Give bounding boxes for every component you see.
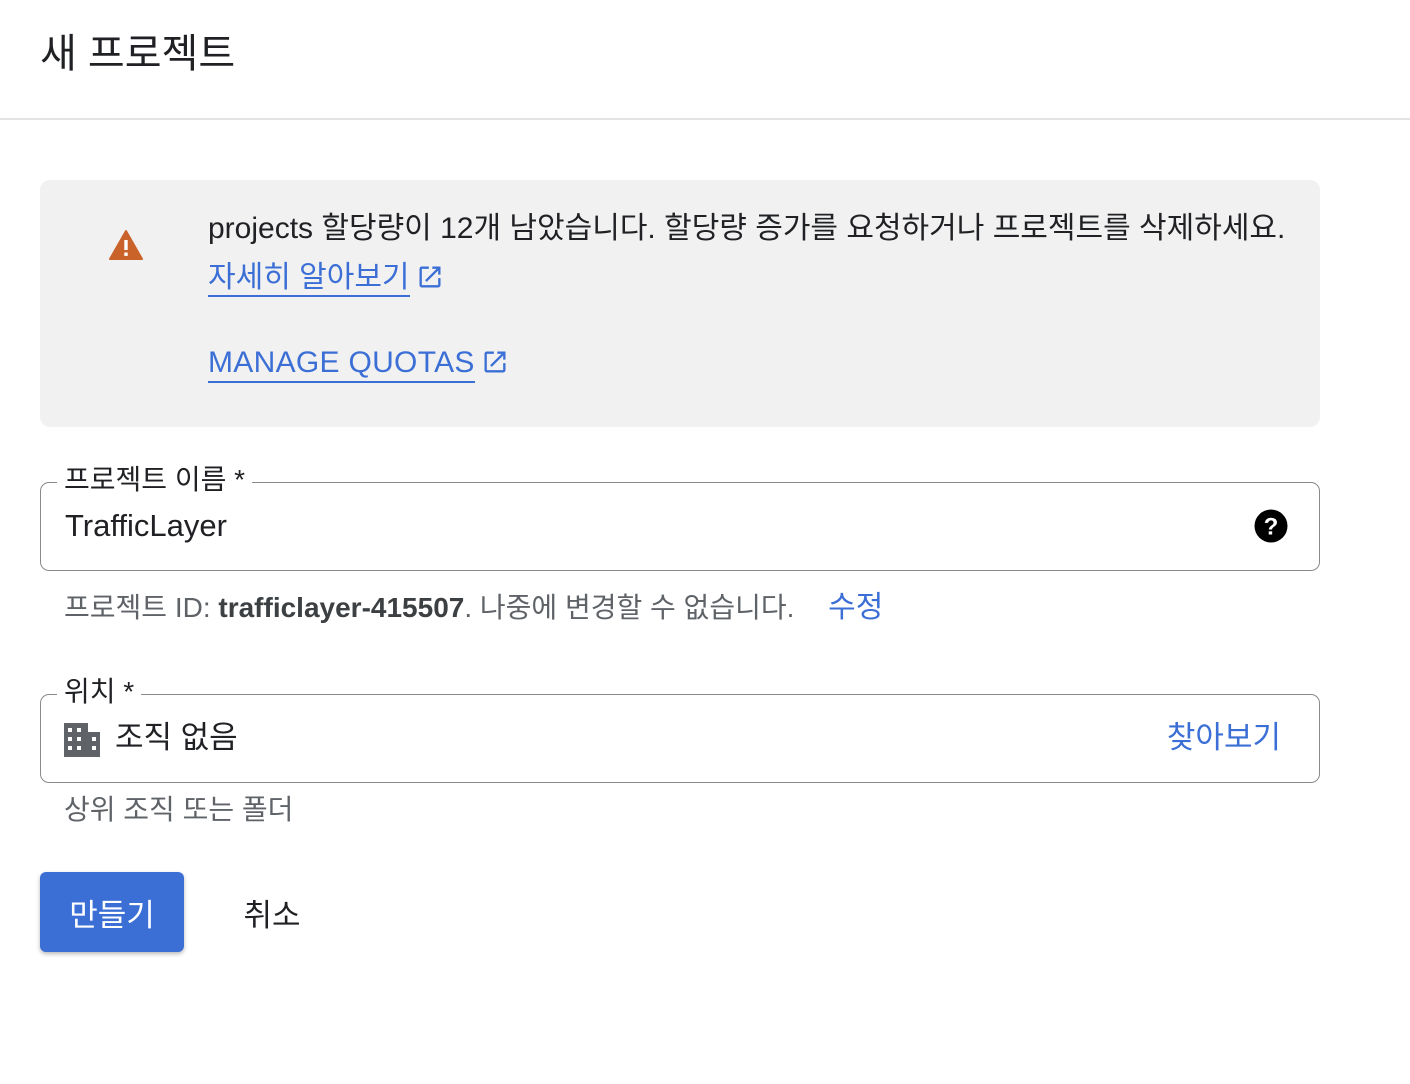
- building-icon: [64, 723, 100, 757]
- learn-more-label: 자세히 알아보기: [208, 261, 410, 294]
- project-name-input[interactable]: TrafficLayer: [65, 505, 227, 547]
- project-id-hint: 프로젝트 ID: trafficlayer-415507. 나중에 변경할 수 …: [64, 589, 883, 627]
- project-id-prefix: 프로젝트 ID:: [64, 592, 219, 623]
- external-link-icon[interactable]: [416, 263, 444, 291]
- location-value: 조직 없음: [115, 720, 238, 755]
- browse-location-button[interactable]: 찾아보기: [1167, 717, 1281, 759]
- project-name-label: 프로젝트 이름 *: [57, 461, 253, 499]
- warning-icon: [109, 230, 143, 260]
- cancel-button[interactable]: 취소: [222, 872, 322, 952]
- learn-more-link[interactable]: 자세히 알아보기: [208, 261, 410, 297]
- location-label: 위치 *: [57, 673, 142, 711]
- project-id-suffix: . 나중에 변경할 수 없습니다.: [464, 592, 795, 623]
- quota-alert: projects 할당량이 12개 남았습니다. 할당량 증가를 요청하거나 프…: [40, 180, 1320, 427]
- manage-quotas-label: MANAGE QUOTAS: [208, 346, 475, 383]
- location-hint: 상위 조직 또는 폴더: [64, 794, 294, 825]
- location-field[interactable]: 위치 * 조직 없음 찾아보기: [40, 673, 1320, 783]
- svg-text:?: ?: [1264, 513, 1279, 540]
- alert-message: projects 할당량이 12개 남았습니다. 할당량 증가를 요청하거나 프…: [208, 204, 1290, 302]
- manage-quotas-link[interactable]: MANAGE QUOTAS: [208, 343, 509, 383]
- help-circle-icon[interactable]: ?: [1253, 508, 1289, 544]
- create-button[interactable]: 만들기: [40, 872, 184, 952]
- external-link-icon[interactable]: [481, 348, 509, 376]
- edit-project-id-link[interactable]: 수정: [828, 591, 883, 624]
- project-name-field[interactable]: 프로젝트 이름 * TrafficLayer ?: [40, 461, 1320, 571]
- page-title: 새 프로젝트: [40, 32, 236, 76]
- alert-message-text: projects 할당량이 12개 남았습니다. 할당량 증가를 요청하거나 프…: [208, 212, 1286, 245]
- header-divider: [0, 118, 1410, 120]
- project-id-value: trafficlayer-415507: [218, 592, 465, 623]
